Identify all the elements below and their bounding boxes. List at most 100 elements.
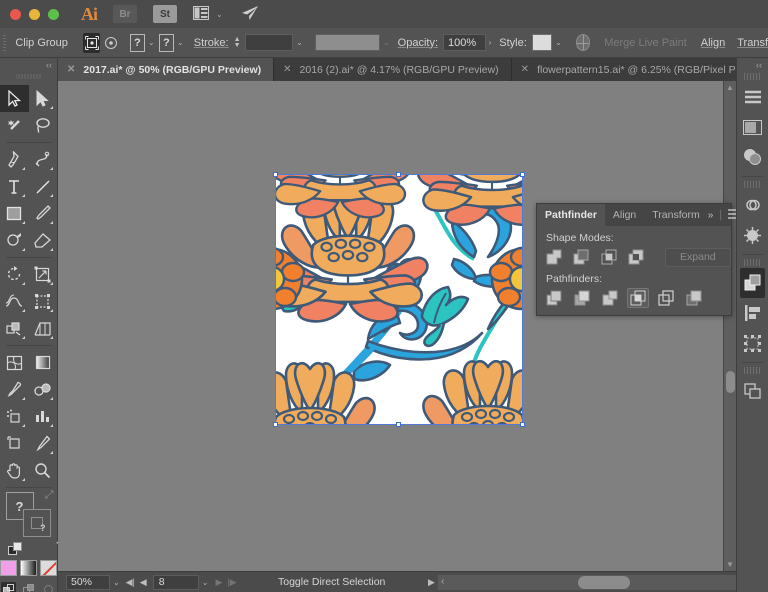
stroke-label[interactable]: Stroke: [194,37,229,49]
dock-collapse-icon[interactable]: ‹‹ [737,58,768,71]
scroll-left-arrow-icon[interactable]: ‹ [441,576,444,587]
tab-align[interactable]: Align [605,204,644,226]
tools-collapse-icon[interactable]: ‹‹ [0,58,57,71]
stroke-weight-input[interactable] [244,34,294,51]
horizontal-scrollbar[interactable]: ‹ › [438,574,768,590]
control-bar-grip[interactable] [3,34,7,51]
close-tab-icon[interactable]: ✕ [521,64,529,75]
next-artboard-button[interactable]: ▶ [212,577,225,588]
line-segment-tool[interactable] [29,173,58,200]
fill-chevron-down-icon[interactable]: ⌄ [148,38,155,47]
eyedropper-tool[interactable] [0,376,29,403]
tab-transform[interactable]: Transform [644,204,707,226]
transparency-panel-icon[interactable] [737,142,768,172]
libraries-panel-icon[interactable] [737,190,768,220]
opacity-expand-icon[interactable]: › [489,38,492,47]
tools-panel-grip[interactable] [15,71,42,82]
pen-tool[interactable] [0,146,29,173]
rectangle-tool[interactable] [0,200,29,227]
artboard-number-input[interactable]: 8 [152,574,199,590]
eraser-tool[interactable] [29,227,58,254]
pathfinder-panel-icon[interactable] [740,268,765,298]
outline-button[interactable] [655,288,677,308]
first-artboard-button[interactable]: ◀| [124,577,137,588]
properties-panel-icon[interactable] [737,82,768,112]
artboard[interactable] [273,172,525,427]
stroke-chevron-down-icon[interactable]: ⌄ [177,38,184,47]
selection-handle-sw[interactable] [273,422,278,427]
align-panel-icon[interactable] [737,298,768,328]
draw-inside-mode[interactable] [41,582,56,592]
mesh-tool[interactable] [0,349,29,376]
rotate-tool[interactable] [0,261,29,288]
artboard-chevron-down-icon[interactable]: ⌄ [202,578,209,587]
align-link[interactable]: Align [701,37,725,49]
stroke-color-swatch[interactable]: ? [158,33,175,52]
zoom-tool[interactable] [29,457,58,484]
close-tab-icon[interactable]: ✕ [67,64,75,75]
minimize-window-button[interactable] [29,8,40,20]
selection-handle-n[interactable] [396,172,401,177]
dock-group-grip-3[interactable] [743,259,762,266]
perspective-grid-tool[interactable] [29,315,58,342]
transform-panel-icon[interactable] [737,328,768,358]
close-tab-icon[interactable]: ✕ [283,64,291,75]
fill-color-swatch[interactable]: ? [129,33,146,52]
recolor-artwork-icon[interactable] [575,34,591,51]
status-menu-arrow-icon[interactable]: ▶ [425,577,438,588]
minus-front-button[interactable] [570,247,591,267]
merge-button[interactable] [599,288,621,308]
document-canvas[interactable] [58,81,768,571]
slice-tool[interactable] [29,430,58,457]
column-graph-tool[interactable] [29,403,58,430]
previous-artboard-button[interactable]: ◀ [137,577,150,588]
close-window-button[interactable] [10,8,21,20]
expand-button[interactable]: Expand [664,247,731,267]
horizontal-scroll-thumb[interactable] [578,575,630,589]
scroll-down-arrow-icon[interactable]: ▼ [724,558,736,571]
draw-behind-mode[interactable] [21,582,36,592]
selection-handle-ne[interactable] [520,172,525,177]
bridge-button[interactable]: Br [113,5,137,23]
gradient-tool[interactable] [29,349,58,376]
shaper-tool[interactable] [0,227,29,254]
intersect-button[interactable] [598,247,619,267]
magic-wand-tool[interactable] [0,112,29,139]
minus-back-button[interactable] [683,288,705,308]
trim-button[interactable] [571,288,593,308]
scale-tool[interactable] [29,261,58,288]
dock-group-grip-2[interactable] [743,181,762,188]
stock-button[interactable]: St [153,5,177,23]
crop-button[interactable] [627,288,649,308]
selection-handle-s[interactable] [396,422,401,427]
isolate-selected-object-icon[interactable] [83,32,101,53]
shape-builder-tool[interactable] [0,315,29,342]
gradient-swatch[interactable] [20,560,37,576]
blend-tool[interactable] [29,376,58,403]
arrange-documents-icon[interactable] [193,6,209,22]
selection-handle-se[interactable] [520,422,525,427]
zoom-level-input[interactable]: 50% [66,574,110,590]
share-plane-icon[interactable] [241,5,259,24]
document-tab-2[interactable]: ✕ flowerpattern15.ai* @ 6.25% (RGB/Pixel… [512,58,768,81]
expand-panels-icon[interactable]: » [708,210,714,221]
type-tool[interactable] [0,173,29,200]
maximize-window-button[interactable] [48,8,59,20]
transform-link[interactable]: Transf [737,37,768,49]
document-tab-1[interactable]: ✕ 2016 (2).ai* @ 4.17% (RGB/GPU Preview) [274,58,512,81]
hand-tool[interactable] [0,457,29,484]
exclude-button[interactable] [625,247,646,267]
brushes-panel-icon[interactable] [737,220,768,250]
stroke-profile-chevron-down-icon[interactable]: ⌄ [383,38,390,47]
stroke-weight-chevron-down-icon[interactable]: ⌄ [296,38,303,47]
curvature-tool[interactable] [29,146,58,173]
scroll-up-arrow-icon[interactable]: ▲ [724,81,736,94]
default-fill-stroke-icon[interactable] [7,542,23,556]
artboards-panel-icon[interactable] [737,376,768,406]
canvas-vertical-scrollbar[interactable]: ▲ ▼ [723,81,736,571]
dock-group-grip-1[interactable] [743,73,762,80]
unite-button[interactable] [543,247,564,267]
free-transform-tool[interactable] [29,288,58,315]
last-artboard-button[interactable]: |▶ [225,577,238,588]
stroke-weight-stepper[interactable]: ▲ ▼ [234,36,241,49]
